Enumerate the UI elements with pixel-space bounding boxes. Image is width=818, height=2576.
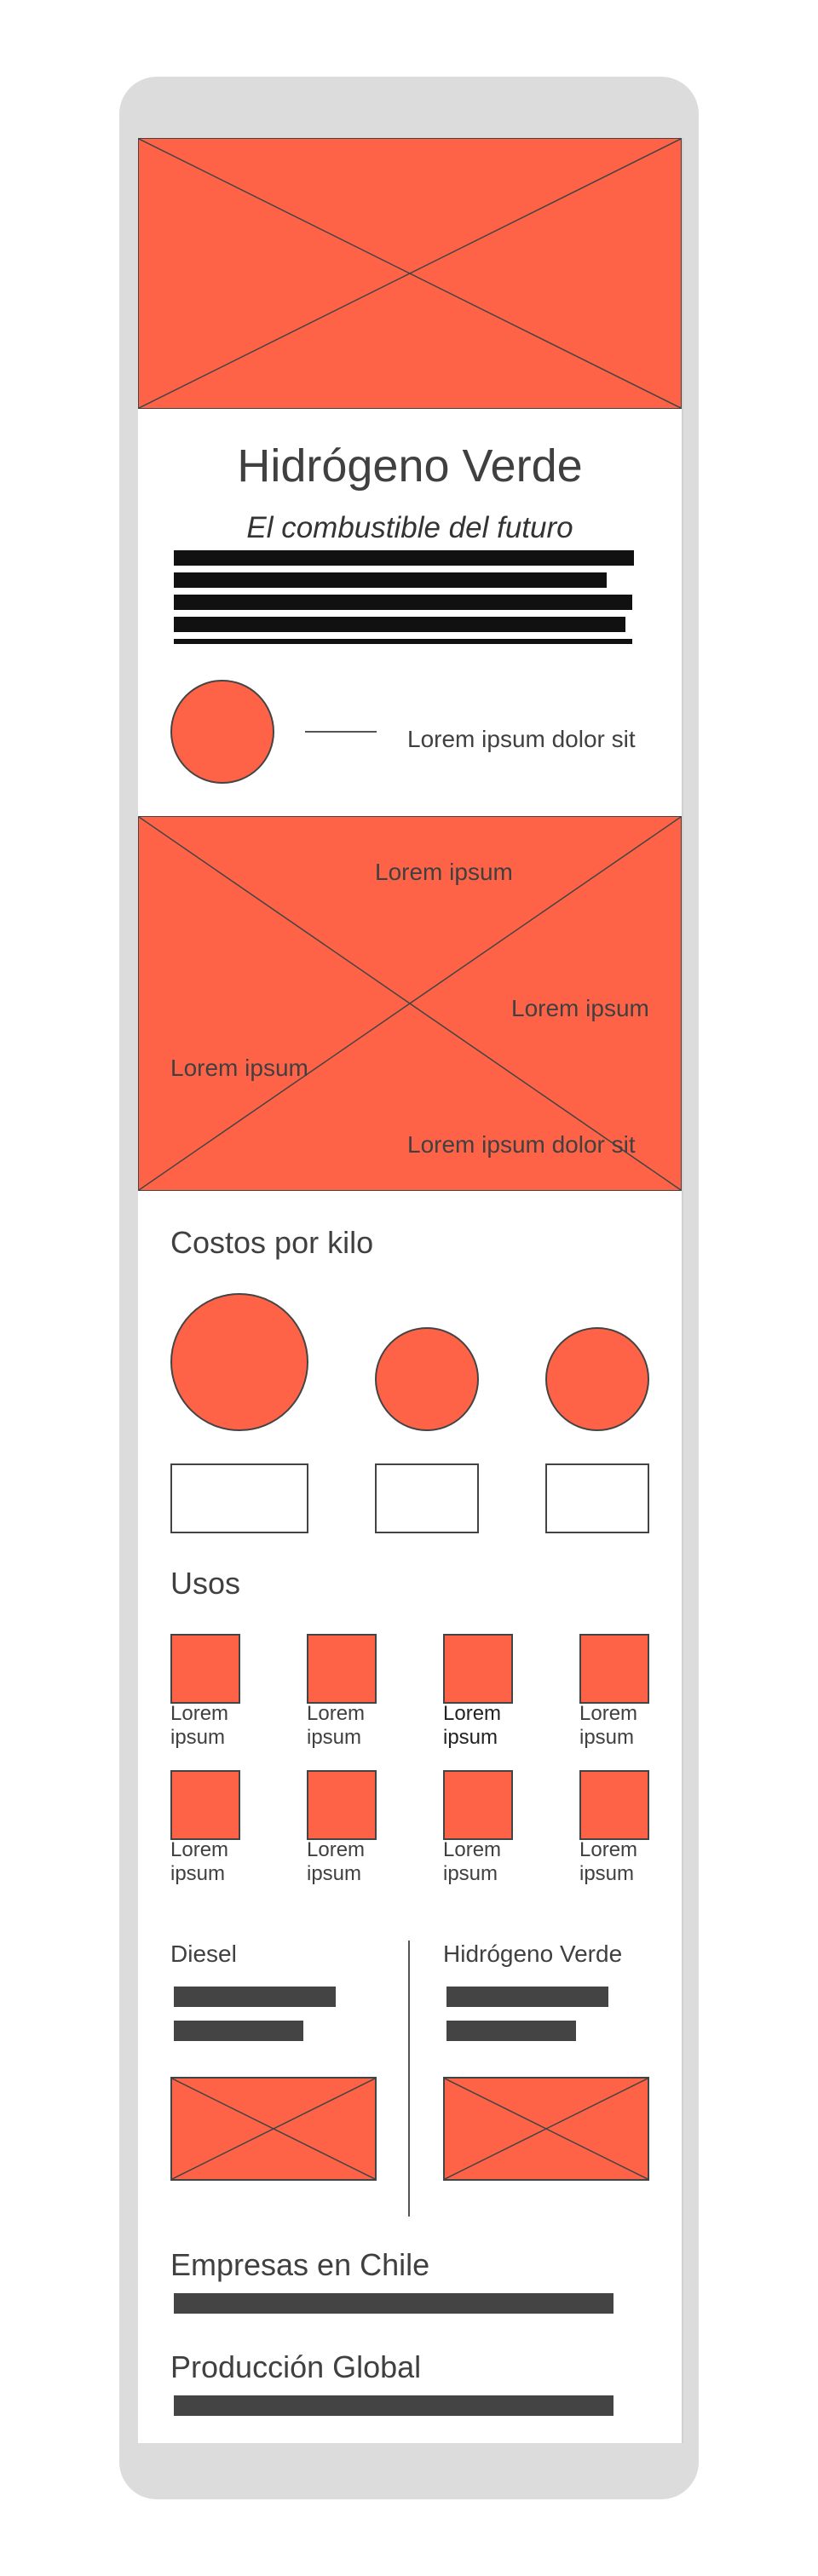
companies-text-line xyxy=(174,2293,614,2314)
diesel-text-line xyxy=(174,2021,303,2041)
production-heading: Producción Global xyxy=(170,2349,422,2384)
use-label: Lorem ipsum xyxy=(170,1838,229,1885)
diesel-text-line xyxy=(174,1987,336,2007)
use-label: Lorem ipsum xyxy=(307,1838,366,1885)
diesel-title: Diesel xyxy=(170,1941,237,1967)
text-line-1 xyxy=(174,550,634,566)
production-text-line xyxy=(174,2395,614,2416)
costs-heading: Costos por kilo xyxy=(170,1225,374,1260)
text-line-3 xyxy=(174,595,632,610)
use-label: Lorem ipsum xyxy=(579,1838,638,1885)
use-icon xyxy=(579,1634,649,1704)
comparison-divider xyxy=(408,1941,410,2217)
use-icon xyxy=(443,1770,513,1840)
hydrogen-text-line xyxy=(446,2021,576,2041)
text-line-2 xyxy=(174,572,607,588)
use-icon xyxy=(579,1770,649,1840)
hydrogen-text-line xyxy=(446,1987,608,2007)
intro-avatar xyxy=(170,680,274,784)
cost-value-box xyxy=(545,1463,649,1533)
use-label: Lorem ipsum xyxy=(170,1702,229,1749)
cost-circle xyxy=(545,1327,649,1431)
intro-caption: Lorem ipsum dolor sit xyxy=(407,726,636,752)
use-label: Lorem ipsum xyxy=(307,1702,366,1749)
page-title: Hidrógeno Verde xyxy=(237,440,583,492)
cost-value-box xyxy=(375,1463,479,1533)
map-label: Lorem ipsum xyxy=(170,1055,308,1081)
use-label: Lorem ipsum xyxy=(443,1838,502,1885)
use-label: Lorem ipsum xyxy=(443,1702,502,1749)
map-label: Lorem ipsum xyxy=(375,859,513,885)
use-icon xyxy=(307,1770,377,1840)
hydrogen-image-placeholder xyxy=(443,2077,649,2181)
hero-image-placeholder xyxy=(138,138,682,409)
cost-circle xyxy=(375,1327,479,1431)
use-icon xyxy=(443,1634,513,1704)
text-line-5 xyxy=(174,639,632,644)
page-subtitle: El combustible del futuro xyxy=(246,511,573,544)
map-label: Lorem ipsum xyxy=(511,995,649,1021)
use-icon xyxy=(307,1634,377,1704)
map-label: Lorem ipsum dolor sit xyxy=(407,1131,636,1158)
cost-circle-large xyxy=(170,1293,308,1431)
use-label: Lorem ipsum xyxy=(579,1702,638,1749)
companies-heading: Empresas en Chile xyxy=(170,2247,430,2282)
use-icon xyxy=(170,1770,240,1840)
cost-value-box xyxy=(170,1463,308,1533)
uses-heading: Usos xyxy=(170,1566,241,1601)
hydrogen-title: Hidrógeno Verde xyxy=(443,1941,623,1967)
connector-line xyxy=(305,731,377,733)
text-line-4 xyxy=(174,617,625,632)
use-icon xyxy=(170,1634,240,1704)
diesel-image-placeholder xyxy=(170,2077,377,2181)
